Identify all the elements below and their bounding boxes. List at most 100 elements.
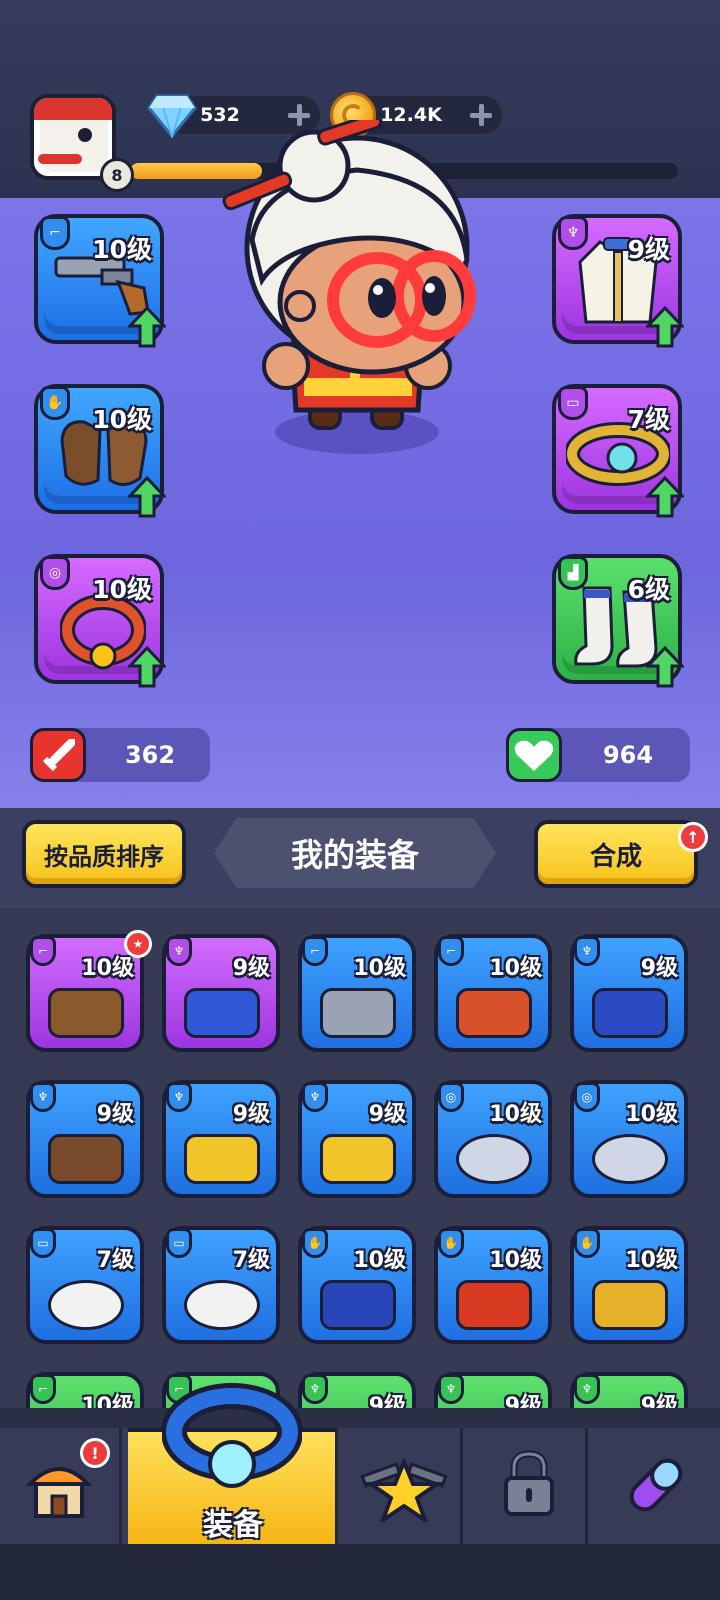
item-level: 9级 (96, 1102, 134, 1127)
merge-upgrade-badge-icon: ↑ (678, 822, 708, 852)
knife-icon (320, 988, 396, 1038)
inventory-item-card[interactable]: ♆ 9级 (570, 934, 688, 1052)
equip-slot-ring[interactable]: ◎ 10级 (34, 554, 166, 688)
item-level: 9级 (232, 1102, 270, 1127)
equip-slot-belt[interactable]: ▭ 7级 (552, 384, 684, 518)
item-level: 10级 (489, 1248, 542, 1273)
capsule-icon (629, 1458, 683, 1512)
upgrade-arrow-icon (646, 306, 684, 348)
slot-level: 10级 (92, 235, 152, 264)
item-level: 7级 (232, 1248, 270, 1273)
item-level: 7级 (96, 1248, 134, 1273)
inventory-item-card[interactable]: ◎ 10级 (434, 1080, 552, 1198)
system-bar-area (0, 1544, 720, 1600)
avatar-eye (78, 128, 92, 142)
inventory-item-card[interactable]: ✋ 10级 (434, 1226, 552, 1344)
upgrade-arrow-icon (128, 646, 166, 688)
inventory-item-card[interactable]: ⌐ 10级 (434, 934, 552, 1052)
inventory-item-card[interactable]: ✋ 10级 (298, 1226, 416, 1344)
item-level: 10级 (353, 1248, 406, 1273)
lock-icon (504, 1450, 554, 1516)
brown-jacket-icon (48, 1134, 124, 1184)
star-guns-icon (360, 1456, 448, 1522)
armor-category-icon: ♆ (166, 936, 192, 966)
item-level: 9级 (640, 956, 678, 981)
wand-icon (456, 988, 532, 1038)
gloves-category-icon: ✋ (302, 1228, 328, 1258)
armor-category-icon: ♆ (30, 1082, 56, 1112)
item-level: 9级 (232, 956, 270, 981)
armor-category-icon: ♆ (302, 1082, 328, 1112)
health-value: 964 (602, 741, 654, 769)
slot-level: 6级 (627, 575, 670, 604)
inventory-title: 我的装备 (214, 818, 496, 888)
diamond-icon (147, 94, 197, 138)
inventory-item-card[interactable]: ♆ 9级 (162, 934, 280, 1052)
nav-tab-items[interactable] (591, 1428, 720, 1544)
ring-icon (162, 1383, 302, 1488)
weapon-category-icon: ⌐ (40, 216, 70, 250)
item-level: 10级 (81, 956, 134, 981)
weapon-category-icon: ⌐ (438, 936, 464, 966)
weapon-category-icon: ⌐ (302, 936, 328, 966)
upgrade-arrow-icon (646, 476, 684, 518)
equip-slot-weapon[interactable]: ⌐ 10级 (34, 214, 166, 348)
inventory-item-card[interactable]: ✋ 10级 (570, 1226, 688, 1344)
slot-level: 10级 (92, 405, 152, 434)
sword-icon (30, 728, 86, 782)
weapon-category-icon: ⌐ (30, 936, 56, 966)
belt-category-icon: ▭ (166, 1228, 192, 1258)
equip-slot-armor[interactable]: ♆ 9级 (552, 214, 684, 348)
item-level: 9级 (368, 1102, 406, 1127)
nav-tab-heroes[interactable] (341, 1428, 463, 1544)
attack-value: 362 (124, 741, 176, 769)
inventory-item-card[interactable]: ▭ 7级 (162, 1226, 280, 1344)
inventory-item-card[interactable]: ⌐ 10级 (298, 934, 416, 1052)
player-level-badge: 8 (100, 158, 134, 192)
clover-belt-2-icon (184, 1280, 260, 1330)
armor-category-icon: ♆ (574, 936, 600, 966)
house-icon (25, 1467, 93, 1518)
armor-category-icon: ♆ (302, 1374, 328, 1404)
upgrade-arrow-icon (128, 306, 166, 348)
blue-cape-icon (184, 988, 260, 1038)
slot-level: 10级 (92, 575, 152, 604)
armor-category-icon: ♆ (574, 1374, 600, 1404)
inventory-item-card[interactable]: ♆ 9级 (26, 1080, 144, 1198)
slot-level: 9级 (627, 235, 670, 264)
nav-tab-locked[interactable] (466, 1428, 588, 1544)
equip-slot-gloves[interactable]: ✋ 10级 (34, 384, 166, 518)
avatar-collar (38, 154, 82, 164)
nav-tab-equipment-label: 装备 (203, 1508, 263, 1543)
yellow-raincoat-2-icon (320, 1134, 396, 1184)
gloves-category-icon: ✋ (574, 1228, 600, 1258)
belt-category-icon: ▭ (558, 386, 588, 420)
armor-category-icon: ♆ (438, 1374, 464, 1404)
blue-gloves-icon (320, 1280, 396, 1330)
item-level: 10级 (489, 956, 542, 981)
item-level: 10级 (489, 1102, 542, 1127)
shop-alert-badge: ! (80, 1438, 110, 1468)
hero-character (222, 120, 476, 454)
ring-category-icon: ◎ (40, 556, 70, 590)
slot-level: 7级 (627, 405, 670, 434)
weapon-category-icon: ⌐ (30, 1374, 56, 1404)
upgrade-arrow-icon (646, 646, 684, 688)
belt-category-icon: ▭ (30, 1228, 56, 1258)
inventory-item-card[interactable]: ♆ 9级 (162, 1080, 280, 1198)
crossbow-icon (48, 988, 124, 1038)
silver-ring-icon (456, 1134, 532, 1184)
gloves-category-icon: ✋ (438, 1228, 464, 1258)
inventory-item-card[interactable]: ▭ 7级 (26, 1226, 144, 1344)
armor-category-icon: ♆ (558, 216, 588, 250)
sort-by-quality-button[interactable]: 按品质排序 (22, 820, 186, 888)
equip-slot-boots[interactable]: ▟ 6级 (552, 554, 684, 688)
yellow-raincoat-icon (184, 1134, 260, 1184)
silver-ring-gem-icon (592, 1134, 668, 1184)
inventory-item-card[interactable]: ♆ 9级 (298, 1080, 416, 1198)
new-item-badge-icon: ★ (124, 930, 152, 958)
item-level: 10级 (625, 1102, 678, 1127)
merge-button[interactable]: 合成 (534, 820, 698, 888)
item-level: 10级 (625, 1248, 678, 1273)
inventory-item-card[interactable]: ◎ 10级 (570, 1080, 688, 1198)
